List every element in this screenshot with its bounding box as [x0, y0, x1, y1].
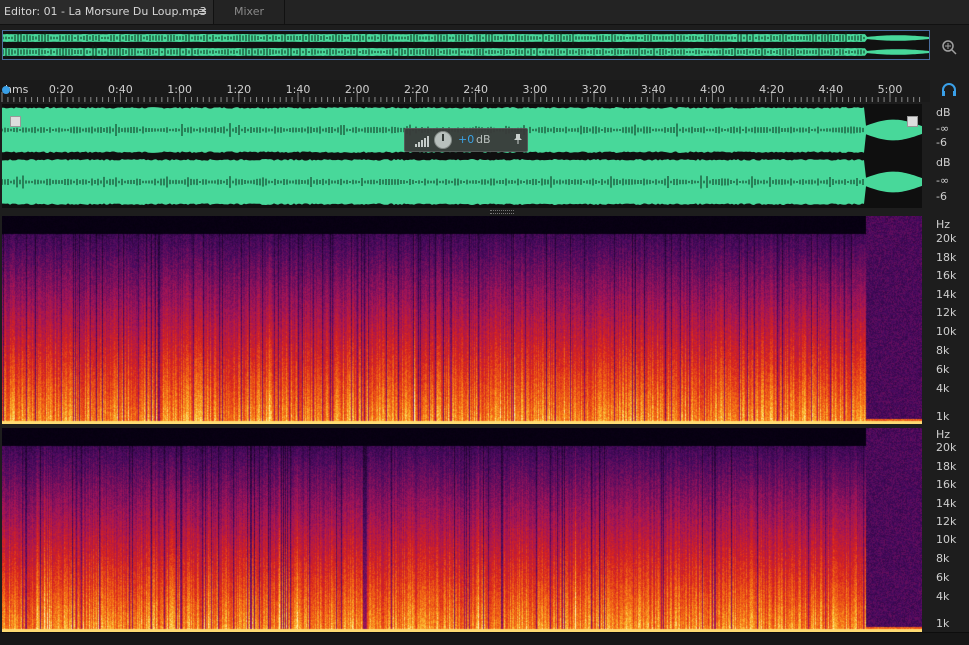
hz-tick: 16k	[936, 269, 957, 282]
ruler-time-label: 5:00	[877, 83, 903, 96]
fade-in-handle[interactable]	[10, 116, 21, 127]
db-unit-label-2: dB	[936, 156, 951, 169]
ruler-time-label: 4:00	[700, 83, 725, 96]
ruler-time-label: 1:40	[285, 83, 311, 96]
pin-icon[interactable]	[513, 133, 523, 148]
hz-tick: 6k	[936, 571, 950, 584]
volume-unit: dB	[476, 133, 491, 146]
ruler-time-label: 3:00	[522, 83, 548, 96]
hz-tick: 12k	[936, 306, 957, 319]
waveform-channel	[3, 48, 929, 56]
volume-hud[interactable]: +0 dB	[404, 128, 528, 152]
waveform-graphic	[1, 107, 922, 205]
ruler-time-label: 1:20	[226, 83, 252, 96]
overview-waveform-graphic	[2, 31, 929, 59]
hz-tick: 1k	[936, 617, 950, 630]
spectrogram-left	[2, 216, 922, 424]
db-inf-label-2: -∞	[936, 174, 950, 187]
level-meter-icon	[415, 136, 429, 147]
db-minus6-label: -6	[936, 136, 947, 149]
tab-editor-label: Editor: 01 - La Morsure Du Loup.mp3	[4, 5, 207, 18]
hz-tick: 1k	[936, 410, 950, 423]
waveform-channel	[3, 34, 929, 42]
hz-tick: 8k	[936, 552, 950, 565]
ruler-time-label: 2:00	[344, 83, 370, 96]
panel-splitter[interactable]	[490, 210, 514, 214]
hz-unit-label: Hz	[936, 218, 951, 231]
zoom-icon[interactable]	[940, 38, 958, 56]
hz-tick: 10k	[936, 533, 957, 546]
volume-knob[interactable]	[434, 131, 452, 149]
hz-tick: 18k	[936, 460, 957, 473]
hz-tick: 6k	[936, 363, 950, 376]
spectral-display-right[interactable]	[2, 428, 922, 632]
overview-waveform[interactable]	[2, 30, 930, 60]
hz-scale-bottom: Hz 20k 18k 16k 14k 12k 10k 8k 6k 4k 1k	[930, 428, 969, 632]
headphones-icon[interactable]	[940, 83, 958, 99]
ruler-time-label: 4:40	[818, 83, 844, 96]
hz-scale-top: Hz 20k 18k 16k 14k 12k 10k 8k 6k 4k 1k	[930, 216, 969, 424]
db-minus6-label-2: -6	[936, 190, 947, 203]
db-inf-label: -∞	[936, 122, 950, 135]
waveform-display[interactable]	[1, 104, 922, 208]
ruler-time-label: 0:40	[108, 83, 133, 96]
tab-mixer[interactable]: Mixer	[214, 0, 285, 24]
hz-tick: 8k	[936, 344, 950, 357]
time-ruler[interactable]: hms 0:20 0:40 1:00 1:20 1:40 2:00 2:20 2:40 3:00…	[0, 80, 930, 102]
hz-tick: 20k	[936, 441, 957, 454]
ruler-time-label: 2:20	[404, 83, 429, 96]
ruler-time-label: 2:40	[463, 83, 488, 96]
hz-tick: 14k	[936, 288, 957, 301]
status-bar	[0, 632, 969, 645]
hz-tick: 10k	[936, 325, 957, 338]
hz-tick: 4k	[936, 590, 950, 603]
ruler-time-label: 0:20	[48, 83, 74, 96]
hz-tick: 18k	[936, 251, 957, 264]
tab-editor[interactable]: Editor: 01 - La Morsure Du Loup.mp3 ≡	[0, 0, 214, 24]
db-scale: dB -∞ -6 dB -∞ -6	[930, 104, 969, 208]
tab-bar: Editor: 01 - La Morsure Du Loup.mp3 ≡ Mi…	[0, 0, 969, 25]
hz-tick: 12k	[936, 515, 957, 528]
fade-out-handle[interactable]	[907, 116, 918, 127]
tab-menu-icon[interactable]: ≡	[198, 0, 207, 24]
volume-value[interactable]: +0	[458, 133, 474, 146]
hz-tick: 16k	[936, 478, 957, 491]
ruler-time-label: 3:20	[581, 83, 607, 96]
ruler-time-label: 3:40	[640, 83, 666, 96]
hz-tick: 20k	[936, 232, 957, 245]
ruler-time-label: 4:20	[759, 83, 784, 96]
playhead-handle[interactable]	[2, 86, 10, 94]
spectral-display-left[interactable]	[2, 216, 922, 424]
spectrogram-right	[2, 428, 922, 632]
hz-tick: 14k	[936, 497, 957, 510]
ruler-time-label: 1:00	[167, 83, 192, 96]
hz-tick: 4k	[936, 382, 950, 395]
hz-unit-label-2: Hz	[936, 428, 951, 441]
db-unit-label: dB	[936, 106, 951, 119]
